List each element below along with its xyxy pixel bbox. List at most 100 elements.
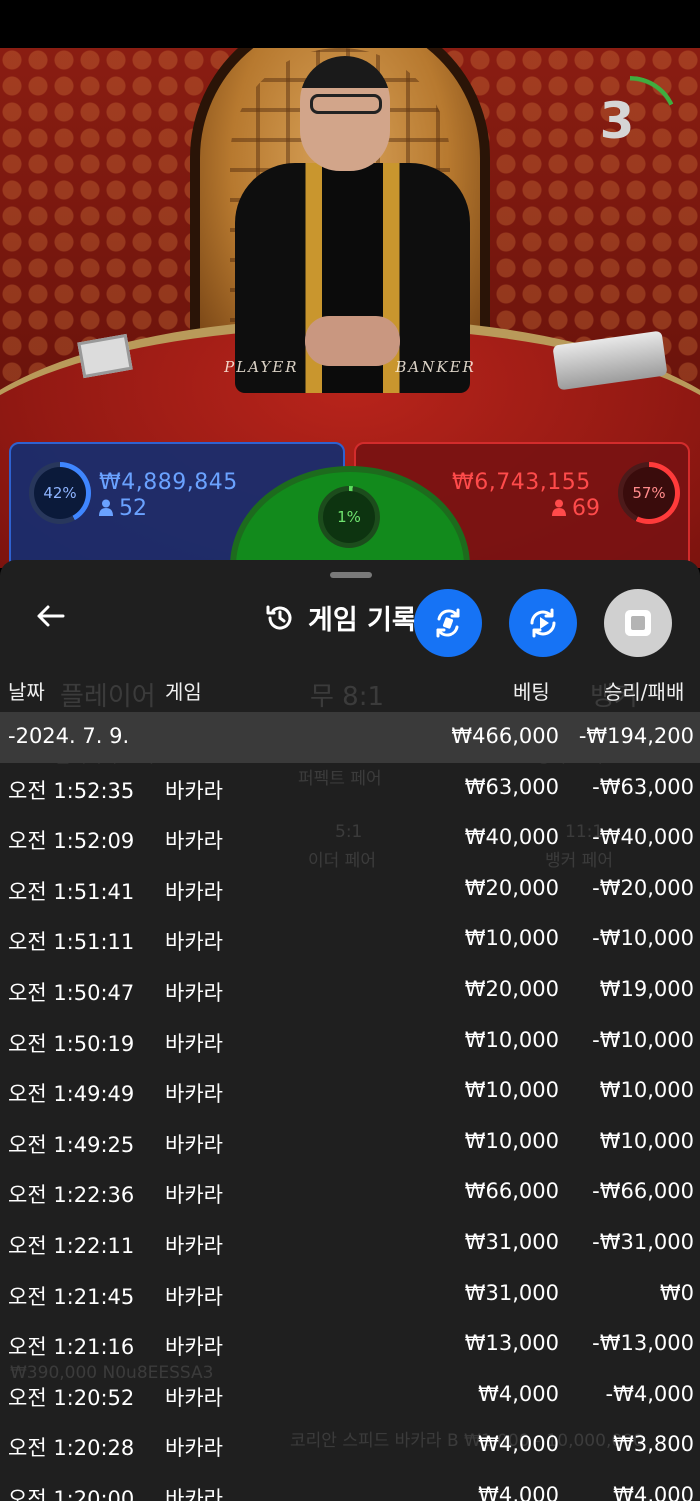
row-time: 오전 1:50:19 <box>8 1031 135 1056</box>
arrow-left-icon <box>37 605 65 627</box>
row-result: -₩66,000 <box>592 1179 694 1204</box>
row-result: ₩10,000 <box>599 1128 694 1153</box>
stop-icon <box>625 610 651 636</box>
history-row[interactable]: 오전 1:51:11 바카라 ₩10,000 -₩10,000 <box>0 914 700 965</box>
row-game: 바카라 <box>165 778 223 803</box>
stop-button[interactable] <box>604 589 672 657</box>
table-label-player: PLAYER <box>224 358 299 376</box>
banker-count: 69 <box>572 496 600 521</box>
player-percent-ring: 42% <box>29 462 91 524</box>
game-history-sheet: 플레이어 무 8:1 뱅커 플레이어 보너스 타이 200:1 퍼펙트 페어 뱅… <box>0 560 700 1501</box>
row-bet: ₩40,000 <box>464 825 559 850</box>
row-bet: ₩20,000 <box>464 976 559 1001</box>
row-time: 오전 1:51:41 <box>8 879 135 904</box>
column-result: 승리/패배 <box>604 680 685 704</box>
history-row[interactable]: 오전 1:50:47 바카라 ₩20,000 ₩19,000 <box>0 965 700 1016</box>
row-result: ₩19,000 <box>599 976 694 1001</box>
history-row[interactable]: 오전 1:52:35 바카라 ₩63,000 -₩63,000 <box>0 763 700 814</box>
swap-icon <box>436 608 460 638</box>
history-row[interactable]: 오전 1:21:16 바카라 ₩13,000 -₩13,000 <box>0 1319 700 1370</box>
row-game: 바카라 <box>165 829 223 854</box>
row-bet: ₩10,000 <box>464 926 559 951</box>
history-row[interactable]: 오전 1:20:52 바카라 ₩4,000 -₩4,000 <box>0 1370 700 1421</box>
row-time: 오전 1:49:49 <box>8 1082 135 1107</box>
row-result: ₩3,800 <box>613 1432 694 1457</box>
row-time: 오전 1:51:11 <box>8 930 135 955</box>
history-row[interactable]: 오전 1:22:11 바카라 ₩31,000 -₩31,000 <box>0 1218 700 1269</box>
table-label-banker: BANKER <box>395 358 476 376</box>
day-summary-row[interactable]: -2024. 7. 9. ₩466,000 -₩194,200 <box>0 712 700 763</box>
tie-percent-ring: 1% <box>318 486 380 548</box>
replay-icon <box>530 608 556 638</box>
row-game: 바카라 <box>165 1284 223 1309</box>
row-bet: ₩63,000 <box>464 774 559 799</box>
player-percent: 42% <box>34 467 86 519</box>
row-bet: ₩66,000 <box>464 1179 559 1204</box>
back-button[interactable] <box>28 594 72 638</box>
tie-percent: 1% <box>323 491 375 543</box>
row-time: 오전 1:21:16 <box>8 1335 135 1360</box>
history-row[interactable]: 오전 1:49:25 바카라 ₩10,000 ₩10,000 <box>0 1117 700 1168</box>
row-game: 바카라 <box>165 1335 223 1360</box>
row-time: 오전 1:22:11 <box>8 1233 135 1258</box>
row-result: -₩10,000 <box>592 1027 694 1052</box>
table-labels: PLAYER BANKER <box>0 358 700 376</box>
history-row[interactable]: 오전 1:20:00 바카라 ₩4,000 ₩4,000 <box>0 1471 700 1501</box>
row-time: 오전 1:20:00 <box>8 1486 135 1501</box>
history-row[interactable]: 오전 1:20:28 바카라 ₩4,000 ₩3,800 <box>0 1420 700 1471</box>
player-total-bet: ₩4,889,845 <box>99 470 238 495</box>
day-date: -2024. 7. 9. <box>8 724 130 748</box>
row-bet: ₩10,000 <box>464 1027 559 1052</box>
row-game: 바카라 <box>165 1436 223 1461</box>
row-bet: ₩20,000 <box>464 875 559 900</box>
history-row[interactable]: 오전 1:49:49 바카라 ₩10,000 ₩10,000 <box>0 1066 700 1117</box>
row-time: 오전 1:52:35 <box>8 778 135 803</box>
column-date: 날짜 <box>8 680 45 704</box>
row-time: 오전 1:21:45 <box>8 1284 135 1309</box>
replay-button[interactable] <box>509 589 577 657</box>
history-icon <box>266 605 292 630</box>
row-result: ₩4,000 <box>613 1482 694 1501</box>
banker-count-row: 69 <box>552 496 600 521</box>
sheet-drag-handle[interactable] <box>330 572 372 578</box>
sheet-title: 게임 기록 <box>264 598 417 637</box>
history-row[interactable]: 오전 1:52:09 바카라 ₩40,000 -₩40,000 <box>0 813 700 864</box>
history-column-headers: 날짜 게임 베팅 승리/패배 <box>0 668 700 712</box>
history-row[interactable]: 오전 1:50:19 바카라 ₩10,000 -₩10,000 <box>0 1016 700 1067</box>
row-time: 오전 1:49:25 <box>8 1132 135 1157</box>
row-bet: ₩4,000 <box>478 1432 559 1457</box>
switch-table-button[interactable] <box>414 589 482 657</box>
row-result: -₩10,000 <box>592 926 694 951</box>
row-game: 바카라 <box>165 1132 223 1157</box>
row-time: 오전 1:20:28 <box>8 1436 135 1461</box>
row-game: 바카라 <box>165 1486 223 1501</box>
history-row[interactable]: 오전 1:21:45 바카라 ₩31,000 ₩0 <box>0 1269 700 1320</box>
row-bet: ₩10,000 <box>464 1078 559 1103</box>
person-icon <box>99 499 113 516</box>
row-bet: ₩31,000 <box>464 1280 559 1305</box>
row-bet: ₩4,000 <box>478 1381 559 1406</box>
row-result: ₩0 <box>659 1280 694 1305</box>
row-bet: ₩13,000 <box>464 1331 559 1356</box>
row-result: -₩63,000 <box>592 774 694 799</box>
status-bar <box>0 0 700 48</box>
history-row[interactable]: 오전 1:22:36 바카라 ₩66,000 -₩66,000 <box>0 1167 700 1218</box>
history-row[interactable]: 오전 1:51:41 바카라 ₩20,000 -₩20,000 <box>0 864 700 915</box>
banker-total-bet: ₩6,743,155 <box>452 470 591 495</box>
banker-percent: 57% <box>623 467 675 519</box>
countdown-number: 3 <box>599 92 635 150</box>
row-time: 오전 1:20:52 <box>8 1385 135 1410</box>
row-time: 오전 1:22:36 <box>8 1183 135 1208</box>
column-bet: 베팅 <box>513 680 550 704</box>
row-game: 바카라 <box>165 1082 223 1107</box>
row-game: 바카라 <box>165 1031 223 1056</box>
column-game: 게임 <box>165 680 202 704</box>
row-time: 오전 1:50:47 <box>8 980 135 1005</box>
row-game: 바카라 <box>165 930 223 955</box>
row-result: -₩4,000 <box>605 1381 694 1406</box>
row-game: 바카라 <box>165 1233 223 1258</box>
row-game: 바카라 <box>165 980 223 1005</box>
player-count: 52 <box>119 496 147 521</box>
history-table: -2024. 7. 9. ₩466,000 -₩194,200 오전 1:52:… <box>0 712 700 1501</box>
row-result: ₩10,000 <box>599 1078 694 1103</box>
